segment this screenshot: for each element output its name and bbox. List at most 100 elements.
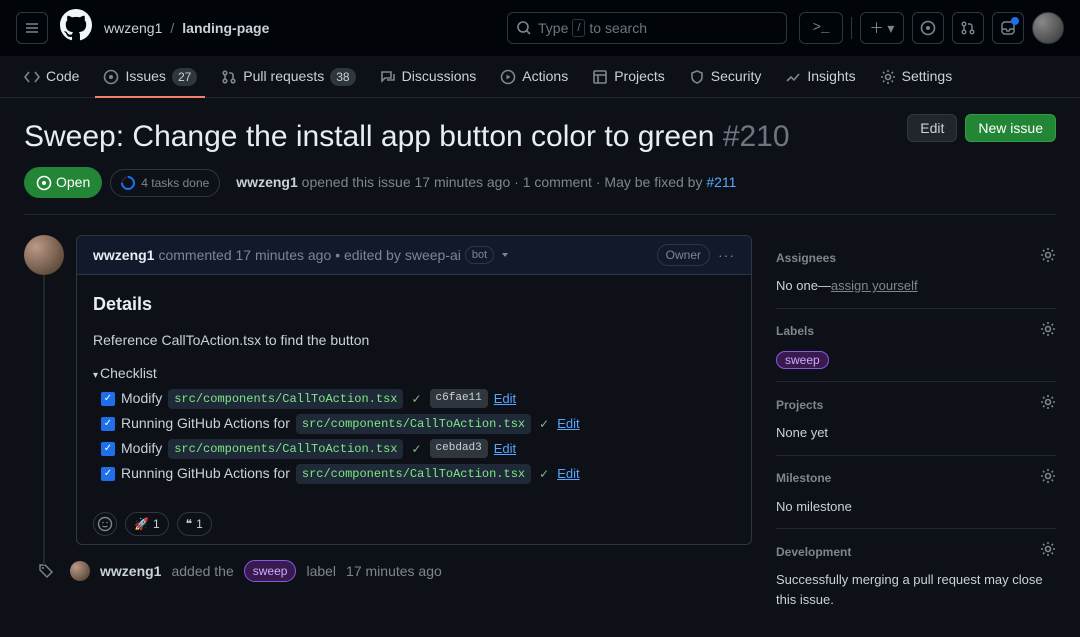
milestone-empty-text: No milestone [776, 497, 1056, 517]
edit-issue-button[interactable]: Edit [907, 114, 957, 142]
edit-link[interactable]: Edit [494, 389, 516, 409]
github-logo[interactable] [60, 9, 92, 47]
checklist-label: Running GitHub Actions for [121, 413, 290, 434]
file-path-tag: src/components/CallToAction.tsx [296, 464, 531, 484]
search-placeholder-part2: to search [589, 18, 647, 39]
tab-security[interactable]: Security [681, 56, 770, 97]
hamburger-icon [24, 20, 40, 36]
comment-body-text: Reference CallToAction.tsx to find the b… [93, 330, 735, 351]
edit-link[interactable]: Edit [494, 439, 516, 459]
tab-settings[interactable]: Settings [872, 56, 961, 97]
caret-down-icon[interactable] [502, 253, 508, 257]
development-text: Successfully merging a pull request may … [776, 570, 1056, 609]
breadcrumb-repo[interactable]: landing-page [182, 18, 269, 39]
file-path-tag: src/components/CallToAction.tsx [296, 414, 531, 434]
sidebar-label-sweep[interactable]: sweep [776, 351, 829, 369]
bot-badge: bot [465, 246, 494, 265]
edit-link[interactable]: Edit [557, 414, 579, 434]
development-gear-button[interactable] [1040, 541, 1056, 562]
maybe-fixed-text: May be fixed by [604, 174, 702, 190]
graph-icon [785, 69, 801, 85]
sidebar-projects-heading: Projects [776, 396, 823, 414]
issue-icon [103, 69, 119, 85]
check-icon: ✓ [411, 390, 421, 408]
sidebar-labels-heading: Labels [776, 322, 814, 340]
breadcrumb-owner[interactable]: wwzeng1 [104, 18, 162, 39]
create-new-button[interactable]: ＋ ▾ [860, 12, 904, 44]
event-avatar[interactable] [70, 561, 90, 581]
breadcrumb-sep: / [170, 18, 174, 39]
tab-prs-label: Pull requests [243, 66, 324, 87]
commenter-avatar[interactable] [24, 235, 64, 275]
issue-title: Sweep: Change the install app button col… [24, 114, 790, 159]
checklist-item: ✓ Running GitHub Actions for src/component… [101, 413, 735, 434]
checklist-label: Modify [121, 388, 162, 409]
tab-code-label: Code [46, 66, 79, 87]
tab-actions[interactable]: Actions [492, 56, 576, 97]
tab-pull-requests[interactable]: Pull requests 38 [213, 56, 363, 97]
issues-quick-button[interactable] [912, 12, 944, 44]
tab-projects[interactable]: Projects [584, 56, 673, 97]
tab-discussions-label: Discussions [402, 66, 477, 87]
tab-security-label: Security [711, 66, 762, 87]
assignees-gear-button[interactable] [1040, 247, 1056, 268]
sidebar-assignees-heading: Assignees [776, 249, 836, 267]
issue-author[interactable]: wwzeng1 [236, 174, 297, 190]
user-avatar[interactable] [1032, 12, 1064, 44]
comment-discussion-icon [380, 69, 396, 85]
linked-pr-link[interactable]: #211 [706, 174, 736, 190]
gear-icon [880, 69, 896, 85]
play-icon [500, 69, 516, 85]
checklist-item: ✓Modifysrc/components/CallToAction.tsx✓c… [101, 388, 735, 409]
event-label[interactable]: sweep [244, 560, 297, 582]
tab-discussions[interactable]: Discussions [372, 56, 485, 97]
labels-gear-button[interactable] [1040, 321, 1056, 342]
issue-number: #210 [723, 120, 790, 153]
commit-hash[interactable]: cebdad3 [430, 439, 488, 458]
prs-count: 38 [330, 68, 355, 86]
search-placeholder-part1: Type [538, 18, 568, 39]
sidebar-milestone-heading: Milestone [776, 469, 831, 487]
progress-ring-icon [118, 173, 138, 193]
comment-editor: sweep-ai [405, 245, 461, 266]
issue-state-badge: Open [24, 167, 102, 198]
event-author[interactable]: wwzeng1 [100, 561, 161, 582]
tag-icon-svg [38, 563, 54, 579]
comment-author[interactable]: wwzeng1 [93, 245, 154, 266]
tab-insights[interactable]: Insights [777, 56, 863, 97]
pull-requests-quick-button[interactable] [952, 12, 984, 44]
checkbox-checked-icon[interactable]: ✓ [101, 417, 115, 431]
search-input[interactable]: Type / to search [507, 12, 787, 44]
checklist-title[interactable]: Checklist [93, 363, 735, 384]
issue-open-icon [36, 175, 52, 191]
git-pull-request-icon [960, 20, 976, 36]
comment-menu-button[interactable]: ··· [718, 245, 735, 266]
reaction-quote[interactable]: ❝ 1 [177, 512, 212, 536]
edit-link[interactable]: Edit [557, 464, 579, 484]
checkbox-checked-icon[interactable]: ✓ [101, 392, 115, 406]
search-hotkey: / [572, 19, 585, 38]
shield-icon [689, 69, 705, 85]
new-issue-button[interactable]: New issue [965, 114, 1056, 142]
projects-gear-button[interactable] [1040, 394, 1056, 415]
issue-opened-text: opened this issue 17 minutes ago [302, 174, 511, 190]
tab-issues[interactable]: Issues 27 [95, 56, 205, 97]
reaction-rocket[interactable]: 🚀 1 [125, 512, 169, 536]
checkbox-checked-icon[interactable]: ✓ [101, 442, 115, 456]
checkbox-checked-icon[interactable]: ✓ [101, 467, 115, 481]
command-palette-button[interactable]: >_ [799, 12, 843, 44]
issues-count: 27 [172, 68, 197, 86]
add-reaction-button[interactable] [93, 512, 117, 536]
tasks-text: 4 tasks done [141, 174, 209, 192]
hamburger-menu[interactable] [16, 12, 48, 44]
code-icon [24, 69, 40, 85]
milestone-gear-button[interactable] [1040, 468, 1056, 489]
tab-settings-label: Settings [902, 66, 953, 87]
assign-yourself-link[interactable]: assign yourself [831, 278, 918, 293]
commit-hash[interactable]: c6fae11 [430, 389, 488, 408]
tasks-progress-pill[interactable]: 4 tasks done [110, 169, 220, 197]
tab-code[interactable]: Code [16, 56, 87, 97]
repo-nav: Code Issues 27 Pull requests 38 Discussi… [0, 56, 1080, 98]
notifications-button[interactable] [992, 12, 1024, 44]
tab-projects-label: Projects [614, 66, 665, 87]
